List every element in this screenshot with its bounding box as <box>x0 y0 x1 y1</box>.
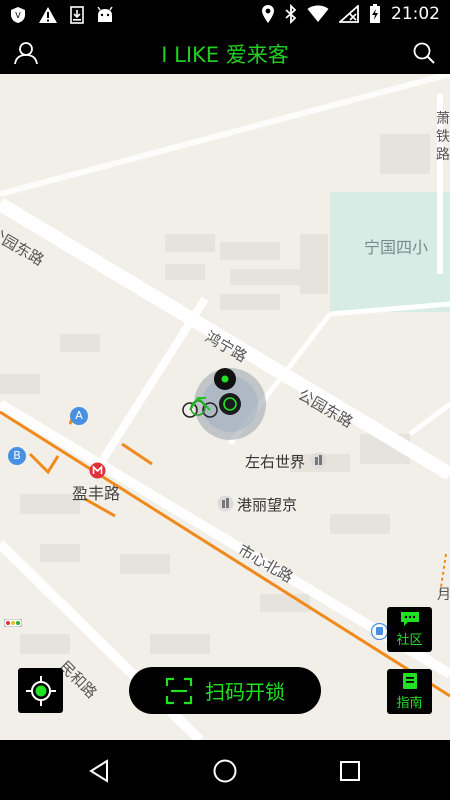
map-label-road: 萧 <box>436 111 450 127</box>
community-label: 社区 <box>396 633 423 648</box>
location-pin-icon <box>262 5 274 23</box>
traffic-light-icon <box>4 619 22 627</box>
system-nav-bar <box>0 740 450 800</box>
map-label-poi: 港丽望京 <box>237 496 298 514</box>
map-label-road: 路 <box>436 147 450 163</box>
map-label-poi: 宁国四小 <box>364 238 429 257</box>
guide-label: 指南 <box>396 696 423 711</box>
download-icon <box>70 6 84 24</box>
chat-bubble-icon <box>400 612 419 626</box>
vpn-shield-icon: V <box>11 7 25 23</box>
map-pin-a[interactable]: A <box>70 407 88 425</box>
scan-icon <box>165 677 193 704</box>
home-button[interactable] <box>210 756 240 786</box>
community-button[interactable]: 社区 <box>387 607 432 652</box>
building-icon <box>310 452 327 469</box>
warning-icon <box>39 7 57 23</box>
wifi-icon <box>307 5 329 22</box>
back-triangle-icon <box>89 759 108 783</box>
crosshair-icon <box>25 675 56 706</box>
map-label-road: 铁 <box>436 129 450 145</box>
back-button[interactable] <box>84 756 114 786</box>
no-sim-icon <box>339 5 359 23</box>
android-icon <box>97 7 113 22</box>
map-pin-b[interactable]: B <box>8 447 26 465</box>
status-bar: V 21:02 <box>0 0 450 32</box>
recents-square-icon <box>340 761 360 781</box>
locate-me-button[interactable] <box>18 668 63 713</box>
scan-unlock-button[interactable]: 扫码开锁 <box>129 667 321 714</box>
bus-stop-icon <box>371 623 388 640</box>
map-view[interactable]: 公园东路 鸿宁路 公园东路 宁国四小 左右世界 港丽望京 盈丰路 市心北路 民和… <box>0 74 450 740</box>
guide-book-icon <box>402 673 417 689</box>
app-title: I LIKE 爱来客 <box>161 43 289 67</box>
map-label-road: 月 <box>437 587 450 603</box>
map-label-metro: 盈丰路 <box>72 484 121 503</box>
guide-button[interactable]: 指南 <box>387 669 432 714</box>
bluetooth-icon <box>285 4 297 24</box>
scan-unlock-label: 扫码开锁 <box>205 680 285 704</box>
home-circle-icon <box>213 759 237 783</box>
recents-button[interactable] <box>335 756 365 786</box>
search-button[interactable] <box>409 38 439 68</box>
svg-text:V: V <box>15 11 21 20</box>
metro-station-icon <box>89 462 106 479</box>
building-icon <box>217 495 234 512</box>
map-label-poi: 左右世界 <box>245 453 306 471</box>
user-location-icon <box>214 368 241 415</box>
status-time: 21:02 <box>391 4 440 24</box>
search-icon <box>413 42 435 64</box>
battery-charging-icon <box>370 4 380 23</box>
app-bar: I LIKE 爱来客 <box>0 32 450 74</box>
